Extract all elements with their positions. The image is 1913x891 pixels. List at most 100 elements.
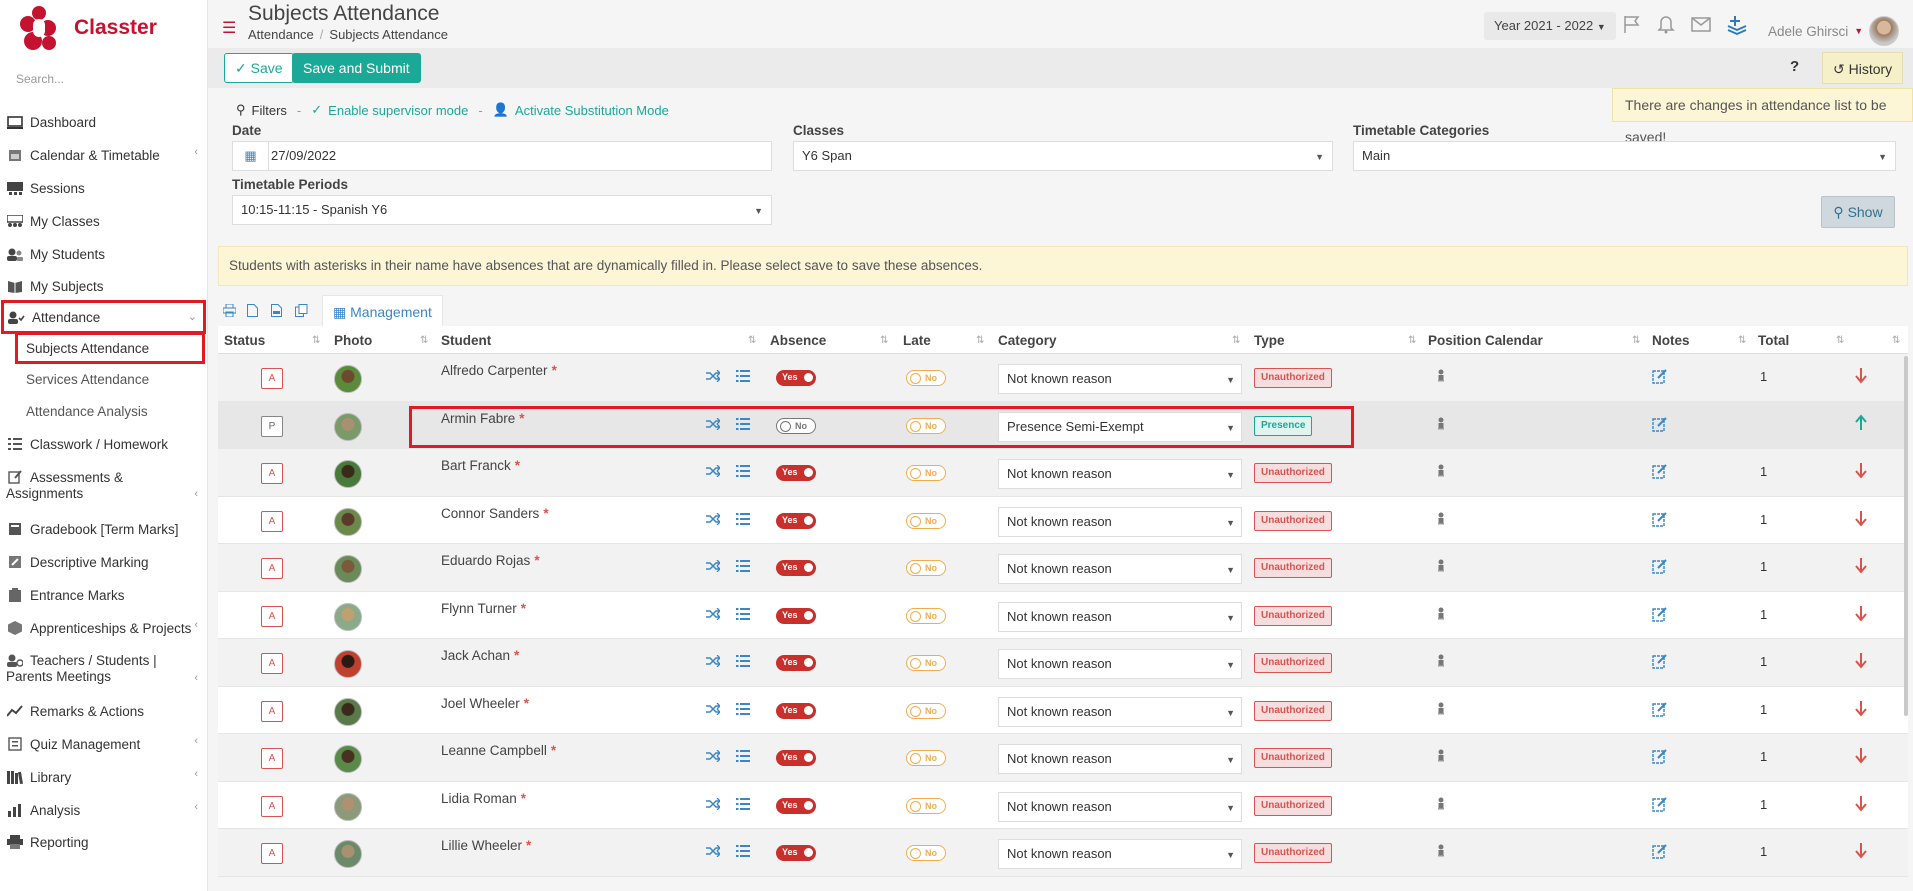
shuffle-icon[interactable] (706, 369, 721, 385)
sidebar-subitem-subjects-attendance[interactable]: Subjects Attendance (15, 332, 205, 364)
sidebar-item-sessions[interactable]: Sessions (0, 175, 206, 201)
absence-toggle[interactable]: Yes (776, 465, 816, 481)
user-menu[interactable]: Adele Ghirsci ▼ (1768, 16, 1900, 46)
col-total[interactable]: Total (1758, 333, 1789, 348)
notes-edit-icon[interactable] (1652, 416, 1668, 435)
position-calendar-icon[interactable] (1436, 653, 1446, 670)
late-toggle[interactable]: No (906, 607, 946, 624)
position-calendar-icon[interactable] (1436, 558, 1446, 575)
sort-icon[interactable]: ⇅ (1632, 335, 1640, 346)
student-name[interactable]: Connor Sanders * (441, 506, 549, 521)
col-late[interactable]: Late (903, 333, 931, 348)
position-calendar-icon[interactable] (1436, 748, 1446, 765)
sidebar-item-reporting[interactable]: Reporting (0, 829, 206, 855)
arrow-down-icon[interactable] (1854, 366, 1868, 387)
classter-logo[interactable]: Classter (18, 6, 157, 50)
arrow-down-icon[interactable] (1854, 841, 1868, 862)
sort-icon[interactable]: ⇅ (1892, 335, 1900, 346)
late-toggle[interactable]: No (906, 560, 946, 576)
sort-icon[interactable]: ⇅ (1738, 335, 1746, 346)
col-photo[interactable]: Photo (334, 333, 372, 348)
notes-edit-icon[interactable] (1652, 843, 1668, 862)
filters-label[interactable]: Filters (252, 103, 287, 118)
date-field[interactable]: ▦ 27/09/2022 (232, 141, 772, 171)
student-name[interactable]: Alfredo Carpenter * (441, 363, 557, 378)
student-name[interactable]: Lillie Wheeler * (441, 838, 531, 853)
late-toggle[interactable]: No (906, 702, 946, 719)
list-icon[interactable] (736, 560, 750, 575)
notes-edit-icon[interactable] (1652, 511, 1668, 530)
shuffle-icon[interactable] (706, 464, 721, 480)
sidebar-item-quiz-management[interactable]: Quiz Management ‹ (0, 731, 206, 757)
print-icon[interactable] (222, 303, 237, 318)
mail-icon[interactable] (1690, 14, 1712, 39)
position-calendar-icon[interactable] (1436, 843, 1446, 860)
sidebar-item-my-students[interactable]: My Students (0, 241, 206, 267)
history-button[interactable]: ↺ History (1822, 52, 1904, 84)
category-select[interactable]: Not known reason ▼ (998, 839, 1242, 869)
status-badge[interactable]: A (261, 795, 283, 817)
arrow-down-icon[interactable] (1854, 461, 1868, 482)
sidebar-item-dashboard[interactable]: Dashboard (0, 109, 206, 135)
status-badge[interactable]: A (261, 605, 283, 627)
status-badge[interactable]: A (261, 700, 283, 722)
list-icon[interactable] (736, 607, 750, 623)
late-toggle[interactable]: No (906, 655, 946, 671)
status-badge[interactable]: A (261, 748, 283, 769)
shuffle-icon[interactable] (706, 797, 721, 813)
sidebar-item-descriptive-marking[interactable]: Descriptive Marking (0, 549, 206, 575)
pdf-icon[interactable] (271, 304, 285, 318)
help-button[interactable]: ? (1790, 58, 1799, 75)
arrow-down-icon[interactable] (1854, 556, 1868, 577)
notes-edit-icon[interactable] (1652, 653, 1668, 672)
notes-edit-icon[interactable] (1652, 748, 1668, 767)
copy-icon[interactable] (295, 304, 309, 318)
absence-toggle[interactable]: Yes (776, 750, 816, 766)
breadcrumb-item-attendance[interactable]: Attendance (248, 27, 314, 42)
late-toggle[interactable]: No (906, 465, 946, 481)
list-icon[interactable] (736, 512, 750, 528)
sort-icon[interactable]: ⇅ (880, 335, 888, 346)
activate-substitution-mode-link[interactable]: Activate Substitution Mode (515, 103, 669, 118)
notes-edit-icon[interactable] (1652, 796, 1668, 815)
shuffle-icon[interactable] (706, 654, 721, 670)
year-selector[interactable]: Year 2021 - 2022 ▼ (1484, 12, 1616, 40)
sidebar-item-attendance[interactable]: Attendance ⌄ (1, 300, 206, 334)
student-name[interactable]: Bart Franck * (441, 458, 520, 473)
notes-edit-icon[interactable] (1652, 606, 1668, 625)
category-select[interactable]: Not known reason ▼ (998, 744, 1242, 774)
col-type[interactable]: Type (1254, 333, 1285, 348)
sidebar-item-entrance-marks[interactable]: Entrance Marks (0, 582, 206, 608)
notes-edit-icon[interactable] (1652, 463, 1668, 482)
late-toggle[interactable]: No (906, 845, 946, 861)
student-name[interactable]: Eduardo Rojas * (441, 553, 540, 568)
category-select[interactable]: Not known reason ▼ (998, 649, 1242, 679)
position-calendar-icon[interactable] (1436, 416, 1446, 433)
arrow-down-icon[interactable] (1854, 699, 1868, 720)
sort-icon[interactable]: ⇅ (1836, 335, 1844, 346)
status-badge[interactable]: A (261, 463, 283, 484)
flag-icon[interactable] (1622, 14, 1642, 39)
arrow-up-icon[interactable] (1854, 413, 1868, 435)
bell-icon[interactable] (1656, 14, 1676, 39)
shuffle-icon[interactable] (706, 844, 721, 860)
list-icon[interactable] (736, 845, 750, 860)
sidebar-item-calendar-timetable[interactable]: Calendar & Timetable ‹ (0, 142, 206, 168)
absence-toggle[interactable]: Yes (776, 560, 816, 576)
col-status[interactable]: Status (224, 333, 265, 348)
student-name[interactable]: Lidia Roman * (441, 791, 526, 806)
late-toggle[interactable]: No (906, 797, 946, 814)
absence-toggle[interactable]: Yes (776, 655, 816, 671)
student-name[interactable]: Joel Wheeler * (441, 696, 529, 711)
category-select[interactable]: Not known reason ▼ (998, 791, 1242, 822)
arrow-down-icon[interactable] (1854, 794, 1868, 815)
sidebar-item-remarks-actions[interactable]: Remarks & Actions (0, 698, 206, 724)
category-select[interactable]: Not known reason ▼ (998, 364, 1242, 394)
status-badge[interactable]: A (261, 558, 283, 579)
status-badge[interactable]: A (261, 843, 283, 864)
absence-toggle[interactable]: Yes (776, 797, 816, 814)
position-calendar-icon[interactable] (1436, 463, 1446, 480)
position-calendar-icon[interactable] (1436, 368, 1446, 385)
absence-toggle[interactable]: Yes (776, 845, 816, 861)
save-button[interactable]: ✓ Save (224, 53, 294, 83)
